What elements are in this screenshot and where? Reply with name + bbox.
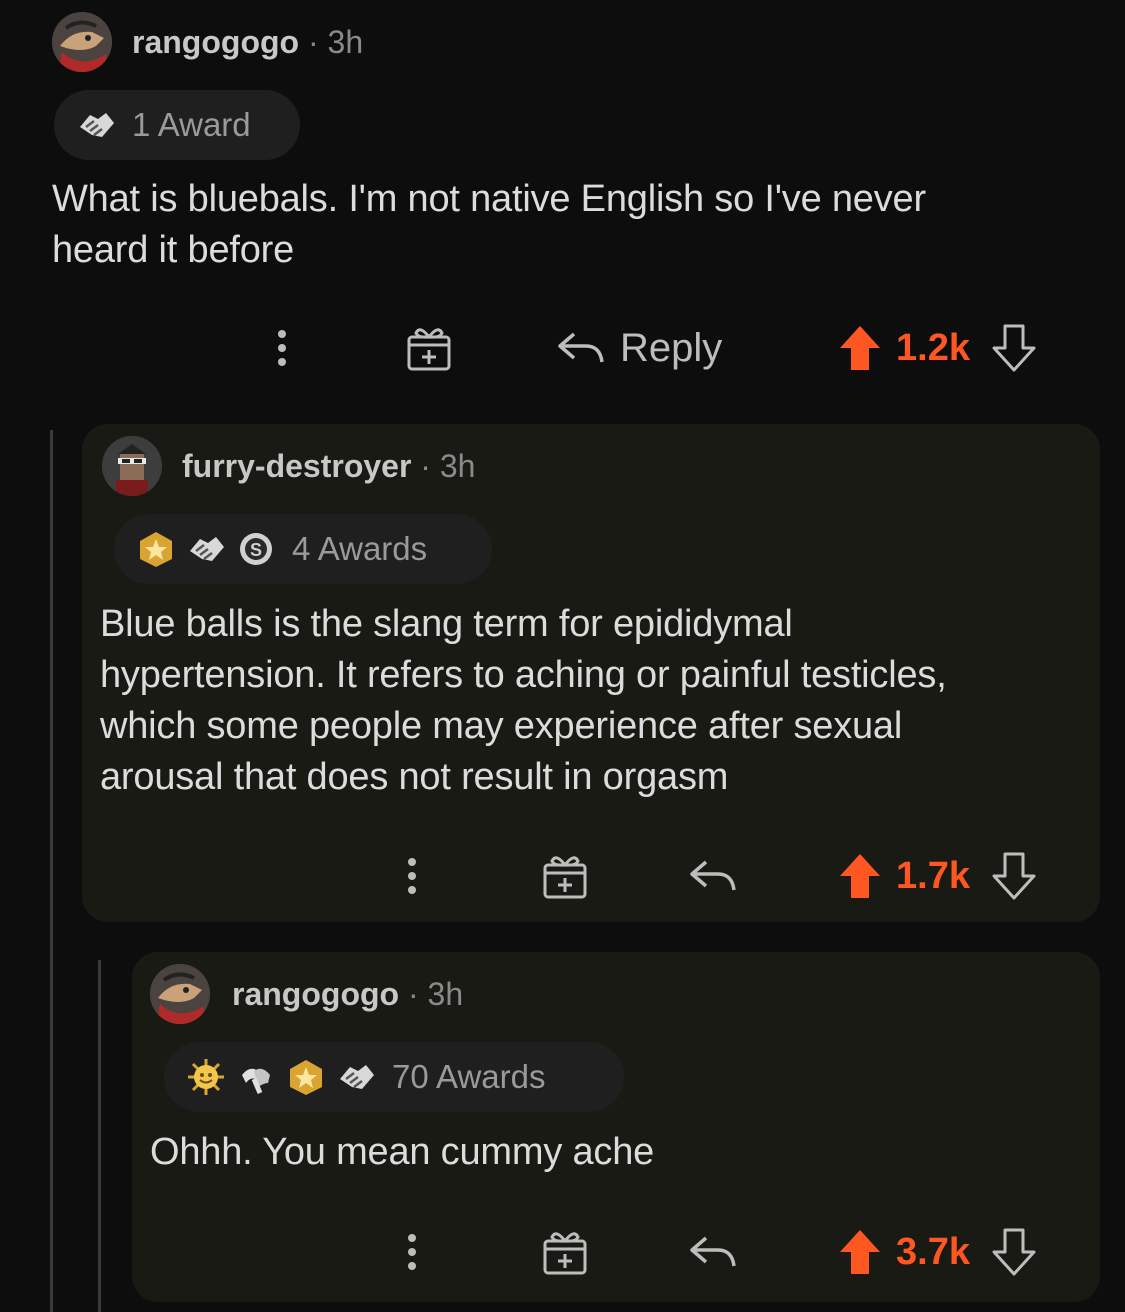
avatar-icon [102,436,162,496]
gift-award-icon [543,1232,587,1275]
body-line: Ohhh. You mean cummy ache [150,1131,655,1173]
timestamp: 3h [439,448,476,484]
score: 1.2k [896,326,970,369]
awards-pill[interactable]: 70 Awards [164,1042,624,1112]
more-options-button[interactable] [402,1222,422,1282]
reply-button[interactable] [688,846,738,906]
reply-label: Reply [620,325,723,370]
comment-body: Ohhh. You mean cummy ache [150,1127,1080,1178]
awards-pill[interactable]: S 4 Awards [114,514,492,584]
body-line: arousal that does not result in orgasm [100,756,729,798]
username[interactable]: rangogogo [232,976,399,1012]
reply-arrow-icon [558,332,604,363]
score: 3.7k [896,1230,970,1273]
awards-count: 4 Awards [292,530,428,567]
body-line: heard it before [52,229,295,271]
more-options-button[interactable] [272,318,292,378]
downvote-arrow-icon[interactable] [992,1228,1036,1276]
username[interactable]: furry-destroyer [182,448,411,484]
svg-text:S: S [250,540,262,560]
awards-count: 70 Awards [392,1058,546,1095]
comment-actions: 3.7k [0,1222,1125,1282]
comment-meta: furry-destroyer · 3h [182,448,475,485]
avatar[interactable] [150,964,210,1024]
more-options-icon [408,858,416,894]
sun-award-icon [186,1057,226,1097]
reply-button[interactable] [688,1222,738,1282]
awards-pill[interactable]: 1 Award [54,90,300,160]
reply-arrow-icon [690,860,736,891]
timestamp: 3h [427,976,464,1012]
comment-meta: rangogogo · 3h [132,24,363,61]
vote-control: 3.7k [838,1222,1036,1282]
silver-award-icon: S [236,529,276,569]
gift-award-icon [407,328,451,371]
score: 1.7k [896,854,970,897]
upvote-arrow-icon[interactable] [838,1228,882,1276]
reply-arrow-icon [690,1236,736,1267]
gold-award-icon [286,1057,326,1097]
downvote-arrow-icon[interactable] [992,852,1036,900]
comment-actions: 1.7k [0,846,1125,906]
upvote-arrow-icon[interactable] [838,852,882,900]
gold-award-icon [136,529,176,569]
username[interactable]: rangogogo [132,24,299,60]
avatar[interactable] [102,436,162,496]
hands-award-icon [236,1057,276,1097]
body-line: which some people may experience after s… [100,705,903,747]
separator: · [420,448,431,484]
handshake-award-icon [336,1057,376,1097]
comment-actions: Reply 1.2k [0,318,1125,378]
comment-body: Blue balls is the slang term for epididy… [100,599,1090,803]
downvote-arrow-icon[interactable] [992,324,1036,372]
give-award-button[interactable] [540,1222,590,1282]
comment-body: What is bluebals. I'm not native English… [52,174,1092,276]
handshake-award-icon [76,105,116,145]
avatar-icon [150,964,210,1024]
more-options-icon [408,1234,416,1270]
comment-meta: rangogogo · 3h [232,976,463,1013]
give-award-button[interactable] [404,318,454,378]
awards-count: 1 Award [132,106,251,143]
vote-control: 1.2k [838,318,1036,378]
upvote-arrow-icon[interactable] [838,324,882,372]
body-line: Blue balls is the slang term for epididy… [100,603,793,645]
body-line: hypertension. It refers to aching or pai… [100,654,947,696]
give-award-button[interactable] [540,846,590,906]
separator: · [407,976,419,1012]
handshake-award-icon [186,529,226,569]
body-line: What is bluebals. I'm not native English… [52,178,926,220]
avatar[interactable] [52,12,112,72]
vote-control: 1.7k [838,846,1036,906]
reply-button[interactable]: Reply [556,318,722,378]
more-options-button[interactable] [402,846,422,906]
timestamp: 3h [327,24,364,60]
avatar-icon [52,12,112,72]
separator: · [307,24,319,60]
gift-award-icon [543,856,587,899]
more-options-icon [278,330,286,366]
